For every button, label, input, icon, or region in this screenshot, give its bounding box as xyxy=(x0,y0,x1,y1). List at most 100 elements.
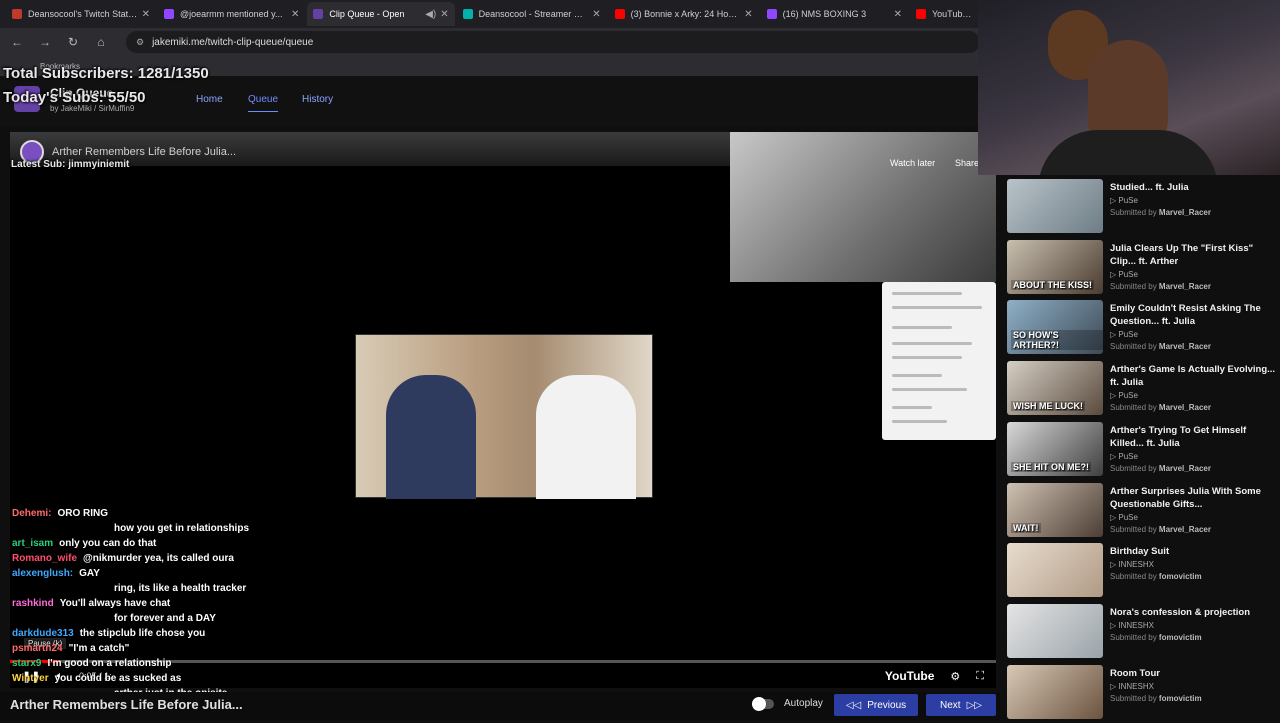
queue-item-title[interactable]: Room Tour xyxy=(1110,667,1276,680)
chat-text: how you get in relationships xyxy=(114,523,250,534)
queue-item-submitter: Submitted by Marvel_Racer xyxy=(1110,403,1276,412)
queue-item[interactable]: SO HOW'S ARTHER?! Emily Couldn't Resist A… xyxy=(1007,300,1277,358)
chat-message: Wintyer you could be as sucked as xyxy=(12,671,282,686)
queue-item[interactable]: WISH ME LUCK! Arther's Game Is Actually E… xyxy=(1007,361,1277,419)
channel-name: INNESHX xyxy=(1118,560,1154,570)
queue-item-thumbnail[interactable] xyxy=(1007,603,1103,658)
queue-item[interactable]: Nora's confession & projection ▷ INNESHX S… xyxy=(1007,603,1277,662)
nav-history[interactable]: History xyxy=(302,94,333,105)
site-info-icon[interactable]: ⚙ xyxy=(136,37,144,48)
queue-item-submitter: Submitted by Marvel_Racer xyxy=(1110,208,1276,217)
youtube-logo[interactable]: YouTube xyxy=(885,669,935,683)
chat-username[interactable]: Romano_wife xyxy=(12,553,77,564)
submitter-name: Marvel_Racer xyxy=(1158,281,1211,291)
close-tab-icon[interactable]: ✕ xyxy=(142,9,150,20)
browser-tab[interactable]: Deansocool's Twitch Statistic ✕ xyxy=(6,2,156,26)
thumbnail-caption: WISH ME LUCK! xyxy=(1011,401,1085,412)
autoplay-control[interactable]: Autoplay xyxy=(752,696,823,711)
submitted-by-label: Submitted by xyxy=(1110,693,1159,703)
chat-username[interactable]: alexenglush: xyxy=(12,568,73,579)
close-tab-icon[interactable]: ✕ xyxy=(894,9,902,20)
home-icon[interactable]: ⌂ xyxy=(94,35,108,49)
chat-username[interactable]: art_isam xyxy=(12,538,53,549)
channel-name: PuSe xyxy=(1118,512,1138,522)
mute-tab-icon[interactable]: ◀) xyxy=(425,9,436,20)
share-button[interactable]: Share xyxy=(955,158,979,168)
queue-item-thumbnail[interactable]: WISH ME LUCK! xyxy=(1007,361,1103,416)
queue-item[interactable]: Room Tour ▷ INNESHX Submitted by fomovicti… xyxy=(1007,664,1277,723)
next-button[interactable]: Next ▷▷ xyxy=(926,694,996,716)
forward-icon[interactable]: → xyxy=(38,35,52,49)
queue-item-title[interactable]: Nora's confession & projection xyxy=(1110,606,1276,619)
queue-item-thumbnail[interactable] xyxy=(1007,543,1103,598)
queue-item-thumbnail[interactable] xyxy=(1007,664,1103,719)
queue-item-title[interactable]: Julia Clears Up The "First Kiss" Clip...… xyxy=(1110,242,1276,268)
queue-item-submitter: Submitted by fomovictim xyxy=(1110,694,1276,703)
chat-username[interactable]: rashkind xyxy=(12,598,54,609)
queue-item[interactable]: ABOUT THE KISS! Julia Clears Up The "Firs… xyxy=(1007,239,1277,298)
nav-queue[interactable]: Queue xyxy=(248,94,279,112)
browser-tab[interactable]: (16) NMS BOXING 3 ✕ xyxy=(761,2,908,26)
queue-item-title[interactable]: Arther's Trying To Get Himself Killed...… xyxy=(1110,424,1276,450)
queue-item[interactable]: Studied... ft. Julia ▷ PuSe Submitted by M… xyxy=(1007,179,1277,237)
queue-item-thumbnail[interactable]: ABOUT THE KISS! xyxy=(1007,239,1103,294)
nav-home[interactable]: Home xyxy=(196,94,223,105)
queue-item-thumbnail[interactable]: SHE HIT ON ME?! xyxy=(1007,421,1103,476)
browser-tab[interactable]: Deansocool - Streamer Over ✕ xyxy=(457,2,607,26)
chat-username[interactable]: Wintyer xyxy=(12,673,49,684)
queue-item-submitter: Submitted by fomovictim xyxy=(1110,572,1276,581)
chat-username[interactable]: starx9 xyxy=(12,658,41,669)
chat-text: GAY xyxy=(79,568,100,579)
fullscreen-icon[interactable]: ⛶ xyxy=(976,670,984,683)
tab-title: YouTube Mu xyxy=(931,9,974,19)
queue-item-meta: Arther's Game Is Actually Evolving... ft… xyxy=(1110,363,1276,412)
queue-item-channel: ▷ INNESHX xyxy=(1110,682,1276,691)
player-bottom-bar: Arther Remembers Life Before Julia... Au… xyxy=(0,692,1000,720)
browser-tab[interactable]: @joearmm mentioned y... ✕ xyxy=(158,2,305,26)
browser-tab[interactable]: YouTube Mu xyxy=(910,2,980,26)
watch-later-button[interactable]: Watch later xyxy=(890,158,935,168)
submitted-by-label: Submitted by xyxy=(1110,524,1159,534)
close-tab-icon[interactable]: ✕ xyxy=(592,9,600,20)
browser-tab[interactable]: (3) Bonnie x Arky: 24 Hours ✕ xyxy=(609,2,759,26)
context-menu-image xyxy=(882,282,996,440)
queue-item-title[interactable]: Arther Surprises Julia With Some Questio… xyxy=(1110,485,1276,511)
clip-title[interactable]: Arther Remembers Life Before Julia... xyxy=(52,146,236,158)
thumbnail-caption: WAIT! xyxy=(1011,522,1041,533)
tab-title: Deansocool's Twitch Statistic xyxy=(28,9,138,19)
submitted-by-label: Submitted by xyxy=(1110,572,1159,582)
chat-username[interactable]: psmartn24 xyxy=(12,643,63,654)
submitted-by-label: Submitted by xyxy=(1110,342,1159,352)
queue-item-submitter: Submitted by Marvel_Racer xyxy=(1110,282,1276,291)
close-tab-icon[interactable]: ✕ xyxy=(744,9,752,20)
autoplay-toggle[interactable] xyxy=(752,696,774,711)
queue-item-submitter: Submitted by Marvel_Racer xyxy=(1110,342,1276,351)
queue-item-thumbnail[interactable]: SO HOW'S ARTHER?! xyxy=(1007,300,1103,355)
close-tab-icon[interactable]: ✕ xyxy=(440,9,448,20)
url-text: jakemiki.me/twitch-clip-queue/queue xyxy=(152,36,314,48)
settings-icon[interactable]: ⚙ xyxy=(950,670,960,683)
autoplay-label: Autoplay xyxy=(784,698,823,709)
close-tab-icon[interactable]: ✕ xyxy=(291,9,299,20)
queue-item-title[interactable]: Emily Couldn't Resist Asking The Questio… xyxy=(1110,302,1276,328)
address-bar[interactable]: ⚙ jakemiki.me/twitch-clip-queue/queue xyxy=(126,31,980,53)
chat-username[interactable]: darkdude313 xyxy=(12,628,74,639)
queue-item-title[interactable]: Arther's Game Is Actually Evolving... ft… xyxy=(1110,363,1276,389)
queue-item-thumbnail[interactable]: WAIT! xyxy=(1007,482,1103,537)
queue-item-thumbnail[interactable] xyxy=(1007,179,1103,233)
reload-icon[interactable]: ↻ xyxy=(66,35,80,49)
queue-item-title[interactable]: Birthday Suit xyxy=(1110,545,1276,558)
tab-favicon-icon xyxy=(164,9,174,19)
chat-username[interactable]: Dehemi: xyxy=(12,508,51,519)
clip-queue-list: Studied... ft. Julia ▷ PuSe Submitted by M… xyxy=(1000,175,1280,720)
queue-item-title[interactable]: Studied... ft. Julia xyxy=(1110,181,1276,194)
chat-text: You'll always have chat xyxy=(59,598,171,609)
queue-item[interactable]: Birthday Suit ▷ INNESHX Submitted by fomov… xyxy=(1007,543,1277,601)
queue-item-meta: Room Tour ▷ INNESHX Submitted by fomovicti… xyxy=(1110,667,1276,703)
back-icon[interactable]: ← xyxy=(10,35,24,49)
queue-item[interactable]: WAIT! Arther Surprises Julia With Some Qu… xyxy=(1007,482,1277,541)
browser-tab-active[interactable]: Clip Queue - Open ◀) ✕ xyxy=(307,2,455,26)
previous-button[interactable]: ◁◁ Previous xyxy=(834,694,918,716)
queue-item[interactable]: SHE HIT ON ME?! Arther's Trying To Get Hi… xyxy=(1007,421,1277,480)
chat-message: for forever and a DAY xyxy=(12,611,282,626)
